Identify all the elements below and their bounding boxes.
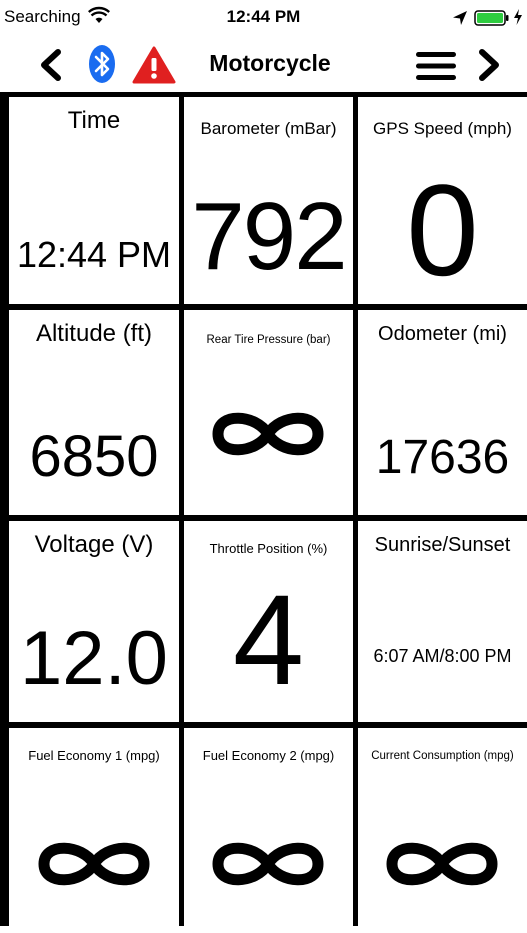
tile-label: Time <box>67 107 121 134</box>
page-title: Motorcycle <box>209 50 331 76</box>
tile-value: 6:07 AM/8:00 PM <box>373 646 512 666</box>
tile-label: Throttle Position (%) <box>209 541 328 556</box>
navigation-bar: Motorcycle <box>0 34 527 92</box>
bluetooth-icon[interactable] <box>87 44 117 84</box>
tile-value: 6850 <box>29 424 159 489</box>
tile-time[interactable]: Time 12:44 PM <box>9 97 179 304</box>
tile-label: Altitude (ft) <box>35 320 153 347</box>
tile-altitude[interactable]: Altitude (ft) 6850 <box>9 310 179 515</box>
tile-barometer[interactable]: Barometer (mBar) 792 <box>184 97 353 304</box>
chevron-left-icon[interactable] <box>36 48 66 82</box>
tile-label: Barometer (mBar) <box>200 119 337 138</box>
tile-label: Voltage (V) <box>34 531 154 558</box>
tile-throttle-position[interactable]: Throttle Position (%) 4 <box>184 521 353 722</box>
tile-fuel-economy-2[interactable]: Fuel Economy 2 (mpg) <box>184 728 353 933</box>
status-bar: Searching 12:44 PM <box>0 0 527 34</box>
location-arrow-icon <box>453 11 467 25</box>
infinity-icon <box>212 412 324 456</box>
tile-gps-speed[interactable]: GPS Speed (mph) 0 <box>358 97 527 304</box>
tile-value: 12.0 <box>20 616 168 701</box>
tile-label: Fuel Economy 1 (mpg) <box>28 748 160 763</box>
tile-value: 0 <box>406 157 479 303</box>
infinity-icon <box>38 842 150 886</box>
tile-label: Current Consumption (mpg) <box>371 750 514 762</box>
tile-label: Fuel Economy 2 (mpg) <box>202 748 335 763</box>
chevron-right-icon[interactable] <box>474 48 504 82</box>
infinity-icon <box>386 842 498 886</box>
tile-label: Rear Tire Pressure (bar) <box>206 334 331 346</box>
tile-value: 792 <box>191 183 347 290</box>
menu-icon[interactable] <box>414 49 458 83</box>
charging-bolt-icon <box>514 9 522 25</box>
tile-voltage[interactable]: Voltage (V) 12.0 <box>9 521 179 722</box>
tile-rear-tire-pressure[interactable]: Rear Tire Pressure (bar) <box>184 310 353 515</box>
tile-label: Odometer (mi) <box>378 323 507 345</box>
infinity-icon <box>212 842 324 886</box>
gauge-grid: Time 12:44 PM Barometer (mBar) 792 GPS S… <box>0 92 527 933</box>
tile-odometer[interactable]: Odometer (mi) 17636 <box>358 310 527 515</box>
tile-label: Sunrise/Sunset <box>374 534 511 556</box>
battery-icon <box>474 10 509 26</box>
tile-label: GPS Speed (mph) <box>373 119 512 138</box>
status-time: 12:44 PM <box>226 7 301 26</box>
tile-value: 4 <box>232 569 305 712</box>
tile-fuel-economy-1[interactable]: Fuel Economy 1 (mpg) <box>9 728 179 933</box>
tile-value: 12:44 PM <box>16 234 172 275</box>
tile-current-consumption[interactable]: Current Consumption (mpg) <box>358 728 527 933</box>
tile-value: 17636 <box>375 431 510 484</box>
tile-sunrise-sunset[interactable]: Sunrise/Sunset 6:07 AM/8:00 PM <box>358 521 527 722</box>
